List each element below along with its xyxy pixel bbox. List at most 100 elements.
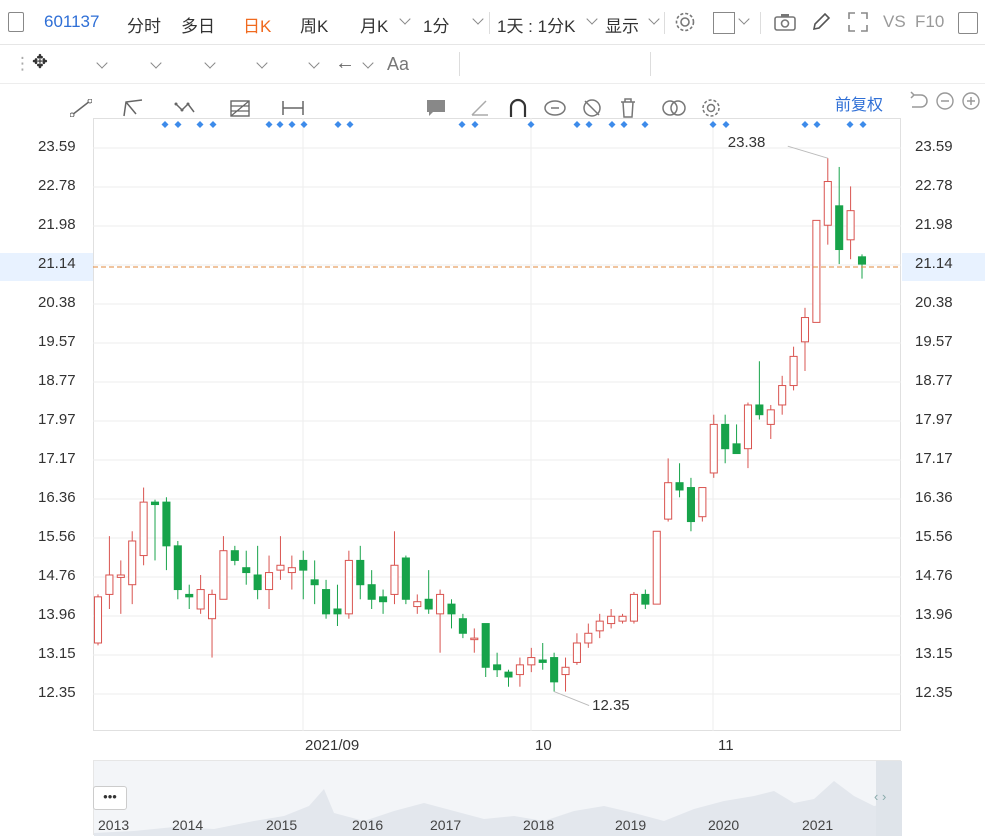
navigator-year-label: 2017 — [430, 817, 462, 833]
candle-down — [401, 557, 410, 600]
navigator-arrows-icon[interactable]: ‹ › — [874, 789, 886, 804]
candle-down — [755, 404, 764, 416]
candle-down — [162, 501, 171, 547]
navigator-year-label: 2015 — [266, 817, 298, 833]
candle-down — [310, 579, 319, 586]
candle-down — [641, 593, 650, 605]
y-tick-label-right: 18.77 — [915, 372, 953, 389]
more-button[interactable]: ••• — [93, 786, 127, 810]
event-marker-icon — [859, 121, 867, 128]
y-tick-label-left: 12.35 — [38, 684, 76, 701]
y-tick-label-right: 13.96 — [915, 606, 953, 623]
x-tick-label: 11 — [718, 737, 734, 754]
y-tick-label-left: 16.36 — [38, 489, 76, 506]
y-tick-label-left: 13.96 — [38, 606, 76, 623]
candle-up — [812, 219, 821, 323]
navigator-year-label: 2014 — [172, 817, 204, 833]
event-marker-icon — [722, 121, 730, 128]
y-tick-label-right: 20.38 — [915, 294, 953, 311]
navigator-area — [94, 781, 902, 836]
candle-down — [538, 659, 547, 663]
y-tick-label-left: 21.98 — [38, 216, 76, 233]
y-tick-label-left: 20.38 — [38, 294, 76, 311]
y-tick-label-right: 17.17 — [915, 450, 953, 467]
candle-up — [561, 666, 570, 676]
y-tick-label-left: 13.15 — [38, 645, 76, 662]
event-marker-icon — [300, 121, 308, 128]
candle-down — [150, 501, 160, 506]
y-tick-label-left: 18.77 — [38, 372, 76, 389]
candle-down — [253, 574, 262, 591]
candle-down — [493, 664, 502, 671]
y-tick-label-right: 19.57 — [915, 333, 953, 350]
navigator-year-label: 2013 — [98, 817, 130, 833]
candle-up — [743, 404, 753, 450]
candle-up — [527, 657, 536, 666]
y-tick-label-left: 17.17 — [38, 450, 76, 467]
low-price-annotation: 12.35 — [592, 696, 630, 714]
event-marker-icon — [846, 121, 854, 128]
candle-up — [584, 632, 593, 644]
event-marker-icon — [471, 121, 479, 128]
candle-up — [789, 355, 798, 387]
event-marker-icon — [608, 121, 616, 128]
candle-up — [778, 385, 787, 406]
candle-down — [356, 559, 365, 586]
event-marker-icon — [801, 121, 809, 128]
x-tick-label: 10 — [535, 737, 552, 754]
y-tick-label-right: 16.36 — [915, 489, 953, 506]
candle-up — [207, 593, 217, 620]
y-tick-label-right: 14.76 — [915, 567, 953, 584]
candle-down — [333, 608, 342, 615]
candle-up — [607, 615, 616, 625]
event-marker-icon — [585, 121, 593, 128]
candle-up — [572, 642, 581, 663]
navigator-year-label: 2016 — [352, 817, 384, 833]
candle-up — [93, 596, 103, 644]
candle-up — [629, 593, 638, 622]
y-tick-label-right: 23.59 — [915, 138, 953, 155]
candle-down — [686, 487, 695, 523]
candle-down — [379, 596, 388, 603]
event-marker-icon — [334, 121, 342, 128]
event-marker-icon — [174, 121, 182, 128]
candle-up — [698, 487, 707, 518]
y-tick-label-left: 14.76 — [38, 567, 76, 584]
y-tick-label-right: 15.56 — [915, 528, 953, 545]
navigator-year-label: 2019 — [615, 817, 647, 833]
candle-up — [823, 181, 832, 226]
candle-up — [709, 423, 718, 474]
navigator-year-label: 2018 — [523, 817, 555, 833]
candle-up — [287, 567, 296, 574]
y-tick-label-right: 21.14 — [915, 255, 953, 272]
candle-up — [766, 409, 775, 425]
y-tick-label-right: 12.35 — [915, 684, 953, 701]
candle-down — [504, 671, 513, 678]
candle-down — [458, 618, 467, 634]
event-marker-icon — [276, 121, 284, 128]
x-tick-label: 2021/09 — [305, 737, 360, 754]
candle-up — [413, 601, 422, 608]
candle-down — [550, 657, 559, 683]
y-tick-label-right: 22.78 — [915, 177, 953, 194]
candle-up — [116, 574, 125, 578]
event-marker-icon — [288, 121, 296, 128]
event-marker-icon — [620, 121, 628, 128]
candle-down — [857, 256, 867, 265]
candle-up — [105, 574, 114, 595]
time-navigator[interactable] — [93, 760, 902, 836]
event-marker-icon — [527, 121, 535, 128]
event-marker-icon — [813, 121, 821, 128]
y-tick-label-left: 19.57 — [38, 333, 76, 350]
event-marker-icon — [641, 121, 649, 128]
candle-up — [265, 572, 274, 591]
y-tick-label-right: 21.98 — [915, 216, 953, 233]
candle-up — [276, 564, 285, 571]
candle-down — [230, 550, 239, 561]
candle-down — [367, 584, 376, 600]
candle-down — [721, 423, 730, 450]
event-marker-icon — [161, 121, 169, 128]
candle-down — [185, 593, 194, 598]
kline-chart[interactable] — [0, 0, 985, 760]
y-tick-label-left: 21.14 — [38, 255, 76, 272]
